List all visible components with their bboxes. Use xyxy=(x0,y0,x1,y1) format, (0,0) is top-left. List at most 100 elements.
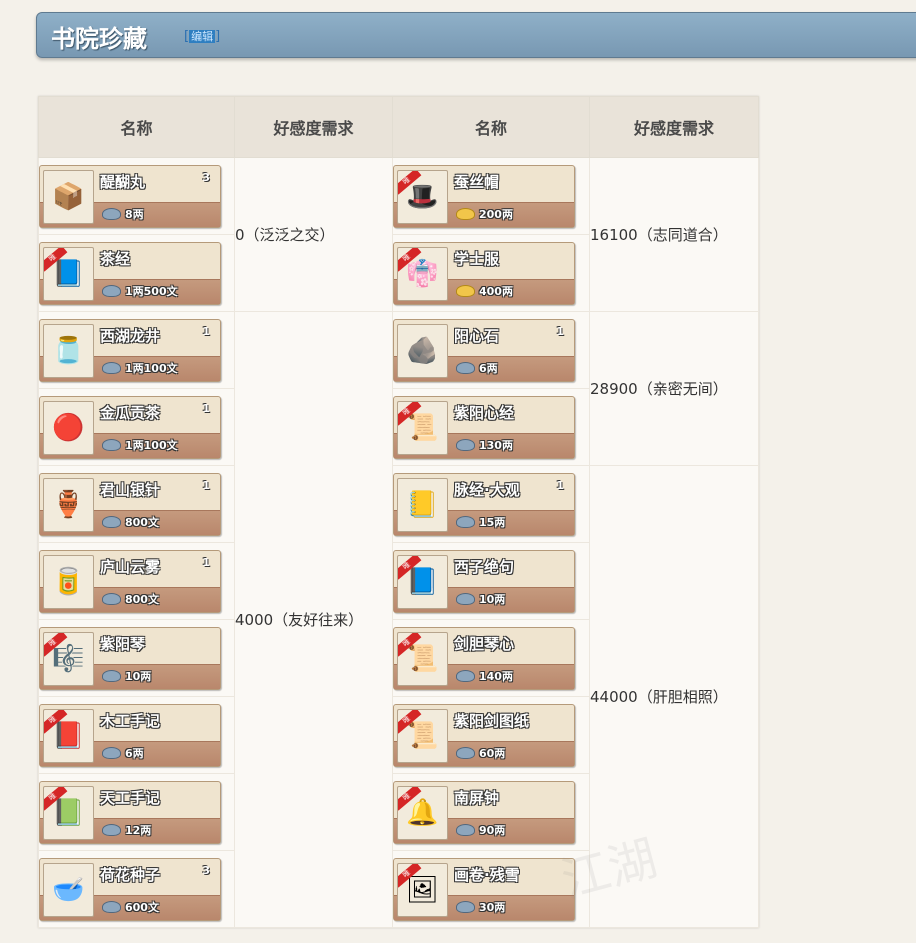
item-thumbnail[interactable]: 👘 唯 xyxy=(397,246,448,301)
item-thumbnail[interactable]: 🔴 xyxy=(43,400,94,455)
edit-label[interactable]: 编辑 xyxy=(189,30,216,43)
item-thumbnail[interactable]: 🏺 xyxy=(43,477,94,532)
item-name[interactable]: 紫阳心经 xyxy=(454,402,514,423)
item-thumbnail[interactable]: 📘 唯 xyxy=(43,246,94,301)
item-name[interactable]: 南屏钟 xyxy=(454,787,499,808)
item-quantity: 3 xyxy=(202,170,210,184)
robe-icon: 👘 xyxy=(406,258,439,289)
silver-ingot-icon xyxy=(456,900,475,913)
item-price-value: 1两100文 xyxy=(125,438,178,452)
item-card[interactable]: 🎼 唯紫阳琴 10两 xyxy=(39,626,221,690)
item-card[interactable]: 🔴 金瓜贡茶 1 1两100文 xyxy=(39,395,221,459)
item-name[interactable]: 紫阳剑图纸 xyxy=(454,710,529,731)
item-name[interactable]: 紫阳琴 xyxy=(100,633,145,654)
item-name[interactable]: 脉经·大观 xyxy=(454,479,520,500)
item-name[interactable]: 庐山云雾 xyxy=(100,556,160,577)
silver-ingot-icon xyxy=(456,823,475,836)
silver-ingot-icon xyxy=(102,823,121,836)
item-cell-left: 📗 唯天工手记 12两 xyxy=(38,773,235,851)
item-price-value: 6两 xyxy=(125,746,144,760)
item-card[interactable]: 🫙 西湖龙井 1 1两100文 xyxy=(39,318,221,382)
item-thumbnail[interactable]: 🎼 唯 xyxy=(43,631,94,686)
item-name[interactable]: 君山银针 xyxy=(100,479,160,500)
edit-link[interactable]: [编辑] xyxy=(184,28,220,44)
item-thumbnail[interactable]: 📘 唯 xyxy=(397,554,448,609)
item-name[interactable]: 蚕丝帽 xyxy=(454,171,499,192)
item-cell-right: 📘 唯西子绝句 10两 xyxy=(392,542,590,620)
item-thumbnail[interactable]: 📜 唯 xyxy=(397,708,448,763)
item-name[interactable]: 学士服 xyxy=(454,248,499,269)
affinity-requirement-left: 0（泛泛之交） xyxy=(234,157,393,312)
item-card[interactable]: 🥣 荷花种子 3 600文 xyxy=(39,857,221,921)
item-name[interactable]: 西子绝句 xyxy=(454,556,514,577)
item-thumbnail[interactable]: 🥫 xyxy=(43,554,94,609)
item-quantity: 3 xyxy=(202,863,210,877)
item-name[interactable]: 剑胆琴心 xyxy=(454,633,514,654)
item-thumbnail[interactable]: 📗 唯 xyxy=(43,785,94,840)
item-card[interactable]: 📗 唯天工手记 12两 xyxy=(39,780,221,844)
item-name[interactable]: 天工手记 xyxy=(100,787,160,808)
item-price-value: 400两 xyxy=(479,284,513,298)
item-name[interactable]: 木工手记 xyxy=(100,710,160,731)
item-price: 800文 xyxy=(102,514,159,530)
item-name[interactable]: 金瓜贡茶 xyxy=(100,402,160,423)
item-price-value: 1两500文 xyxy=(125,284,178,298)
notebook-blue-icon: 📗 xyxy=(52,797,85,828)
silver-ingot-icon xyxy=(102,746,121,759)
scroll-case-icon: 📒 xyxy=(406,489,439,520)
header-name-right: 名称 xyxy=(392,96,590,158)
item-thumbnail[interactable]: 🎩 唯 xyxy=(397,169,448,224)
item-thumbnail[interactable]: 🥣 xyxy=(43,862,94,917)
item-card[interactable]: 🔔 唯南屏钟 90两 xyxy=(393,780,575,844)
item-name[interactable]: 醍醐丸 xyxy=(100,171,145,192)
item-cell-right: 🪨 阳心石 1 6两 xyxy=(392,311,590,389)
item-card[interactable]: 🪨 阳心石 1 6两 xyxy=(393,318,575,382)
item-thumbnail[interactable]: 📜 唯 xyxy=(397,400,448,455)
item-card[interactable]: 👘 唯学士服 400两 xyxy=(393,241,575,305)
item-cell-left: 📕 唯木工手记 6两 xyxy=(38,696,235,774)
item-thumbnail[interactable]: 🪨 xyxy=(397,323,448,378)
item-thumbnail[interactable]: 📒 xyxy=(397,477,448,532)
scroll-icon: 📜 xyxy=(406,412,439,443)
item-name[interactable]: 画卷·残雪 xyxy=(454,864,520,885)
item-thumbnail[interactable]: 🫙 xyxy=(43,323,94,378)
item-thumbnail[interactable]: 🔔 唯 xyxy=(397,785,448,840)
item-name[interactable]: 西湖龙井 xyxy=(100,325,160,346)
item-name[interactable]: 茶经 xyxy=(100,248,130,269)
painting-scroll-icon: 🖼 xyxy=(405,874,439,905)
item-price: 800文 xyxy=(102,591,159,607)
item-card[interactable]: 📕 唯木工手记 6两 xyxy=(39,703,221,767)
item-card[interactable]: 🎩 唯蚕丝帽 200两 xyxy=(393,164,575,228)
item-name[interactable]: 荷花种子 xyxy=(100,864,160,885)
item-price: 6两 xyxy=(456,360,498,376)
item-card[interactable]: 🖼 唯画卷·残雪 30两 xyxy=(393,857,575,921)
blueprint-icon: 📜 xyxy=(406,720,439,751)
item-card[interactable]: 📘 唯茶经 1两500文 xyxy=(39,241,221,305)
item-card[interactable]: 📒 脉经·大观 1 15两 xyxy=(393,472,575,536)
item-card[interactable]: 📜 唯紫阳剑图纸 60两 xyxy=(393,703,575,767)
item-thumbnail[interactable]: 📦 xyxy=(43,169,94,224)
item-thumbnail[interactable]: 🖼 唯 xyxy=(397,862,448,917)
item-card[interactable]: 📦 醍醐丸 3 8两 xyxy=(39,164,221,228)
guqin-icon: 🎼 xyxy=(52,643,85,674)
item-name[interactable]: 阳心石 xyxy=(454,325,499,346)
item-thumbnail[interactable]: 📜 唯 xyxy=(397,631,448,686)
item-price: 15两 xyxy=(456,514,505,530)
item-thumbnail[interactable]: 📕 唯 xyxy=(43,708,94,763)
silver-ingot-icon xyxy=(102,284,121,297)
silver-ingot-icon xyxy=(102,515,121,528)
item-cell-left: 🏺 君山银针 1 800文 xyxy=(38,465,235,543)
item-card[interactable]: 📜 唯紫阳心经 130两 xyxy=(393,395,575,459)
page-title: 书院珍藏 xyxy=(51,25,147,53)
item-card[interactable]: 📘 唯西子绝句 10两 xyxy=(393,549,575,613)
item-price: 12两 xyxy=(102,822,151,838)
item-card[interactable]: 🥫 庐山云雾 1 800文 xyxy=(39,549,221,613)
item-cell-right: 📜 唯剑胆琴心 140两 xyxy=(392,619,590,697)
item-price-value: 130两 xyxy=(479,438,513,452)
collection-table: 名称 好感度需求 名称 好感度需求 📦 醍醐丸 3 8两 0（泛泛之交） 🎩 唯蚕丝帽 200… xyxy=(38,96,759,928)
affinity-requirement-right: 16100（志同道合） xyxy=(589,157,759,312)
item-price: 30两 xyxy=(456,899,505,915)
item-card[interactable]: 🏺 君山银针 1 800文 xyxy=(39,472,221,536)
item-price: 1两100文 xyxy=(102,360,178,376)
item-card[interactable]: 📜 唯剑胆琴心 140两 xyxy=(393,626,575,690)
